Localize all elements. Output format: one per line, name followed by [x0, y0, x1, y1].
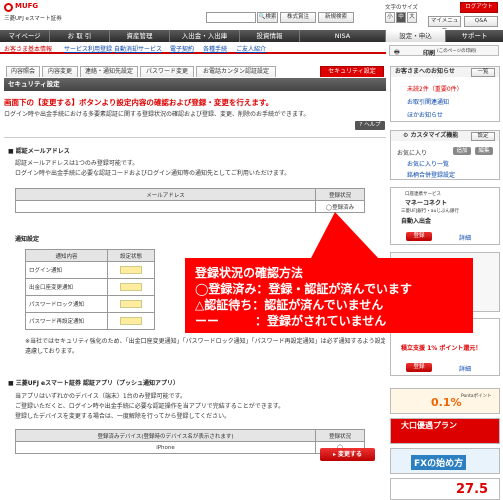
callout-unregistered: ーー ：登録がされていません — [195, 314, 387, 328]
callout-pointer — [310, 212, 380, 260]
callout-registered: ◯登録済み：登録・認証が済んでいます — [195, 282, 412, 296]
callout-pending: △認証待ち：認証が済んでいません — [195, 298, 384, 312]
callout-title: 登録状況の確認方法 — [195, 266, 304, 280]
